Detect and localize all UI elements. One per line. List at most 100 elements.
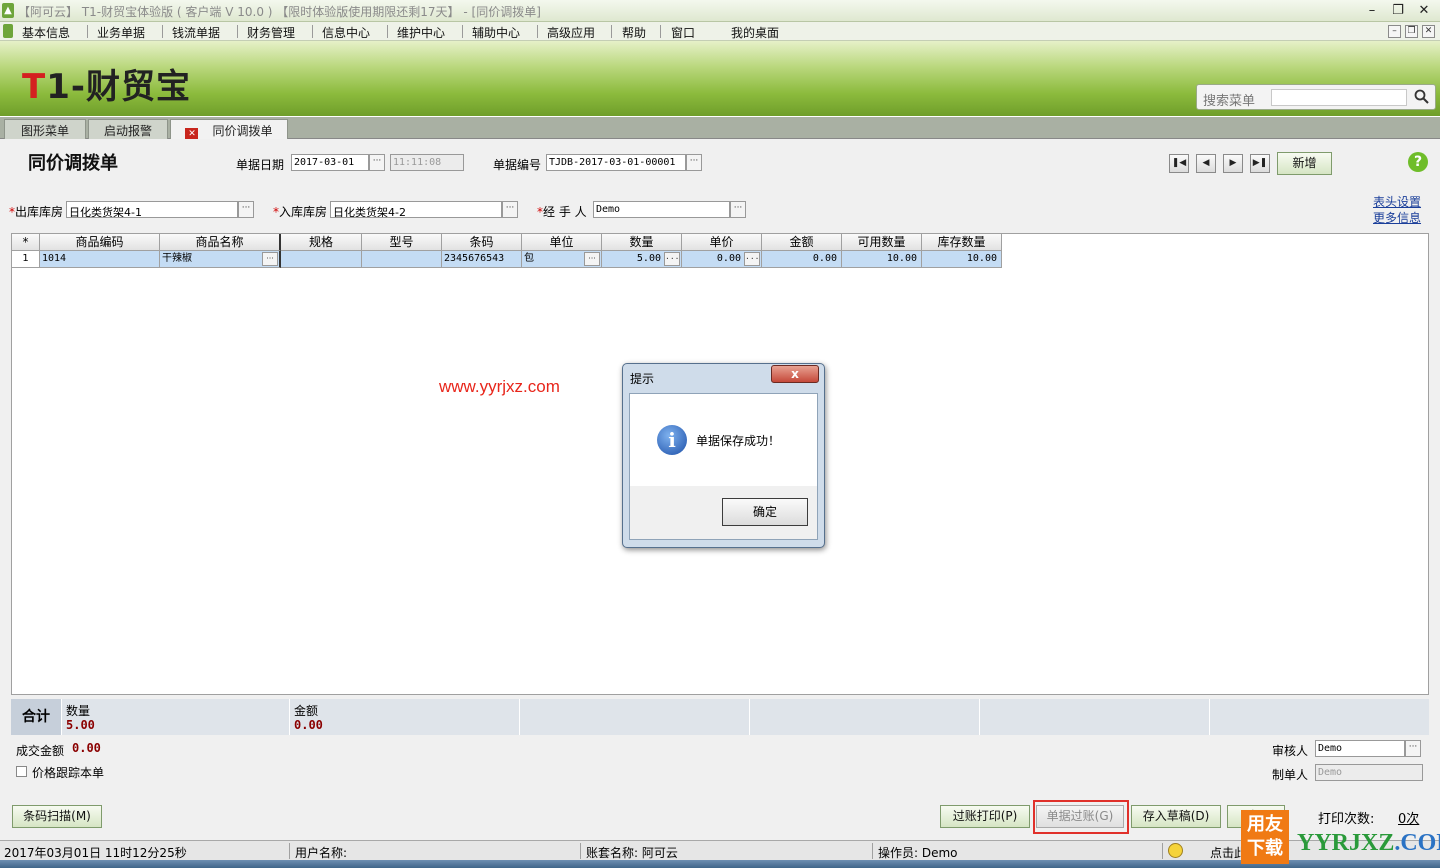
grid-header[interactable]: 规格 bbox=[281, 234, 362, 251]
close-window-button[interactable]: ✕ bbox=[1414, 2, 1434, 20]
mdi-close-button[interactable]: ✕ bbox=[1422, 25, 1435, 38]
cell-spec[interactable] bbox=[281, 251, 362, 268]
app-logo: T1-财贸宝 bbox=[22, 67, 191, 107]
grid-header[interactable]: 条码 bbox=[442, 234, 522, 251]
qty-select-button[interactable]: ··· bbox=[664, 252, 680, 266]
grid-header[interactable]: 单位 bbox=[522, 234, 602, 251]
menu-help[interactable]: 帮助 bbox=[622, 24, 646, 41]
menu-advanced[interactable]: 高级应用 bbox=[547, 24, 595, 41]
status-user: 用户名称: bbox=[295, 846, 348, 860]
minimize-button[interactable]: – bbox=[1362, 2, 1382, 20]
out-store-field[interactable]: 日化类货架4-1 bbox=[66, 201, 238, 218]
highlight-box bbox=[1033, 800, 1129, 834]
handler-label: *经 手 人 bbox=[537, 205, 587, 219]
grid-header[interactable]: 数量 bbox=[602, 234, 682, 251]
cell-price[interactable]: 0.00 ··· bbox=[682, 251, 762, 268]
menu-finance[interactable]: 财务管理 bbox=[247, 24, 295, 41]
status-operator: 操作员: Demo bbox=[878, 846, 958, 860]
window-title: 【阿可云】 T1-财贸宝体验版 ( 客户端 V 10.0 ) 【限时体验版使用期… bbox=[18, 5, 541, 19]
taskbar bbox=[0, 860, 1440, 868]
auditor-select-button[interactable]: ··· bbox=[1405, 740, 1421, 757]
date-picker-button[interactable]: ··· bbox=[369, 154, 385, 171]
dialog-close-button[interactable]: x bbox=[771, 365, 819, 383]
menu-window[interactable]: 窗口 bbox=[671, 24, 695, 41]
next-record-button[interactable]: ▶ bbox=[1223, 154, 1243, 173]
deal-amount-value: 0.00 bbox=[72, 741, 101, 755]
cell-model[interactable] bbox=[362, 251, 442, 268]
date-field[interactable]: 2017-03-01 bbox=[291, 154, 369, 171]
cell-qty[interactable]: 5.00 ··· bbox=[602, 251, 682, 268]
help-icon[interactable]: ? bbox=[1408, 152, 1428, 172]
price-select-button[interactable]: ··· bbox=[744, 252, 760, 266]
deal-amount-label: 成交金额 bbox=[16, 744, 65, 758]
search-icon[interactable] bbox=[1413, 88, 1431, 106]
save-draft-button[interactable]: 存入草稿(D) bbox=[1131, 805, 1221, 828]
watermark-url: www.yyrjxz.com bbox=[439, 377, 560, 396]
in-store-label: *入库库房 bbox=[273, 205, 328, 219]
out-store-label: *出库库房 bbox=[9, 205, 64, 219]
grid-header[interactable]: 商品编码 bbox=[40, 234, 160, 251]
header-settings-link[interactable]: 表头设置 bbox=[1373, 193, 1421, 210]
dialog-ok-button[interactable]: 确定 bbox=[722, 498, 808, 526]
cell-amount[interactable]: 0.00 bbox=[762, 251, 842, 268]
restore-button[interactable]: ❐ bbox=[1388, 2, 1408, 20]
window-titlebar: ▲ 【阿可云】 T1-财贸宝体验版 ( 客户端 V 10.0 ) 【限时体验版使… bbox=[0, 0, 1440, 22]
post-print-button[interactable]: 过账打印(P) bbox=[940, 805, 1030, 828]
price-track-label: 价格跟踪本单 bbox=[32, 766, 105, 780]
search-input[interactable] bbox=[1271, 89, 1407, 106]
number-select-button[interactable]: ··· bbox=[686, 154, 702, 171]
app-menu-icon[interactable] bbox=[3, 24, 13, 38]
status-datetime: 2017年03月01日 11时12分25秒 bbox=[4, 846, 187, 860]
mdi-restore-button[interactable]: ❐ bbox=[1405, 25, 1418, 38]
message-dialog: 提示 x i 单据保存成功！ 确定 bbox=[622, 363, 825, 548]
handler-field[interactable]: Demo bbox=[593, 201, 730, 218]
cell-name[interactable]: 干辣椒 ··· bbox=[160, 251, 281, 268]
tab-transfer-doc[interactable]: ✕ 同价调拨单 bbox=[170, 119, 288, 140]
totals-qty: 数量 5.00 bbox=[61, 699, 289, 735]
number-label: 单据编号 bbox=[493, 158, 542, 172]
menu-info-center[interactable]: 信息中心 bbox=[322, 24, 370, 41]
more-info-link[interactable]: 更多信息 bbox=[1373, 209, 1421, 226]
totals-label: 合计 bbox=[11, 699, 61, 735]
grid-header[interactable]: 型号 bbox=[362, 234, 442, 251]
grid-header[interactable]: 库存数量 bbox=[922, 234, 1002, 251]
grid-header: * bbox=[12, 234, 40, 251]
menu-business-docs[interactable]: 业务单据 bbox=[97, 24, 145, 41]
prev-record-button[interactable]: ◀ bbox=[1196, 154, 1216, 173]
first-record-button[interactable]: ❚◀ bbox=[1169, 154, 1189, 173]
cell-barcode[interactable]: 2345676543 bbox=[442, 251, 522, 268]
unit-select-button[interactable]: ··· bbox=[584, 252, 600, 266]
grid-header[interactable]: 单价 bbox=[682, 234, 762, 251]
auditor-label: 审核人 bbox=[1272, 744, 1309, 758]
cell-code[interactable]: 1014 bbox=[40, 251, 160, 268]
number-field[interactable]: TJDB-2017-03-01-00001 bbox=[546, 154, 686, 171]
menu-my-desktop[interactable]: 我的桌面 bbox=[731, 24, 779, 41]
grid-header[interactable]: 金额 bbox=[762, 234, 842, 251]
auditor-field[interactable]: Demo bbox=[1315, 740, 1405, 757]
logo-brand: YYRJXZ.COM bbox=[1297, 830, 1440, 856]
price-track-checkbox[interactable] bbox=[16, 766, 27, 777]
menu-basic-info[interactable]: 基本信息 bbox=[22, 24, 70, 41]
handler-select-button[interactable]: ··· bbox=[730, 201, 746, 218]
search-label: 搜索菜单 bbox=[1203, 94, 1256, 109]
barcode-scan-button[interactable]: 条码扫描(M) bbox=[12, 805, 102, 828]
out-store-select-button[interactable]: ··· bbox=[238, 201, 254, 218]
menu-maintenance[interactable]: 维护中心 bbox=[397, 24, 445, 41]
menu-assist[interactable]: 辅助中心 bbox=[472, 24, 520, 41]
cell-unit[interactable]: 包 ··· bbox=[522, 251, 602, 268]
time-field: 11:11:08 bbox=[390, 154, 464, 171]
new-button[interactable]: 新增 bbox=[1277, 152, 1332, 175]
grid-header[interactable]: 商品名称 bbox=[160, 234, 281, 251]
tab-graphic-menu[interactable]: 图形菜单 bbox=[4, 119, 86, 139]
smiley-icon bbox=[1168, 843, 1183, 858]
last-record-button[interactable]: ▶❚ bbox=[1250, 154, 1270, 173]
in-store-select-button[interactable]: ··· bbox=[502, 201, 518, 218]
in-store-field[interactable]: 日化类货架4-2 bbox=[330, 201, 502, 218]
mdi-minimize-button[interactable]: – bbox=[1388, 25, 1401, 38]
menu-cash-docs[interactable]: 钱流单据 bbox=[172, 24, 220, 41]
status-bar: 2017年03月01日 11时12分25秒 用户名称: 账套名称: 阿可云 操作… bbox=[0, 840, 1440, 860]
grid-header[interactable]: 可用数量 bbox=[842, 234, 922, 251]
tab-startup-alarm[interactable]: 启动报警 bbox=[88, 119, 168, 139]
name-select-button[interactable]: ··· bbox=[262, 252, 278, 266]
corner-logo: 用友下载 YYRJXZ.COM bbox=[1241, 810, 1440, 868]
